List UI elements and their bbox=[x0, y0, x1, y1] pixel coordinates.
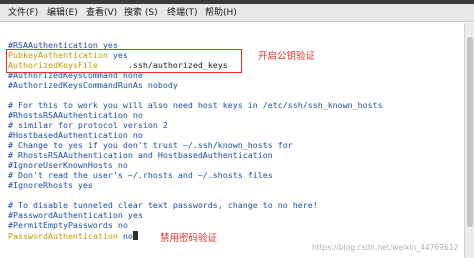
scrollbar-thumb[interactable] bbox=[467, 37, 473, 227]
config-line-password: PasswordAuthentication no bbox=[8, 231, 138, 241]
config-line: # To disable tunneled clear text passwor… bbox=[8, 200, 318, 210]
menu-view[interactable]: 查看(V) bbox=[86, 7, 117, 19]
annotation-disable-password: 禁用密码验证 bbox=[160, 233, 218, 244]
config-line: # Don't read the user's ~/.rhosts and ~/… bbox=[8, 170, 273, 180]
config-line: # similar for protocol version 2 bbox=[8, 120, 168, 130]
annotation-enable-pubkey: 开启公钥验证 bbox=[258, 51, 316, 62]
config-line: #PasswordAuthentication yes bbox=[8, 210, 143, 220]
watermark: https://blog.csdn.net/weixin_44769612 bbox=[312, 243, 459, 252]
password-value: no bbox=[117, 231, 133, 241]
menu-help[interactable]: 帮助(H) bbox=[205, 7, 237, 19]
config-line: #IgnoreUserKnownHosts no bbox=[8, 160, 128, 170]
menu-file[interactable]: 文件(F) bbox=[8, 7, 38, 19]
config-line: # Change to yes if you don't trust ~/.ss… bbox=[8, 140, 293, 150]
config-line: #HostbasedAuthentication no bbox=[8, 130, 143, 140]
password-directive: PasswordAuthentication bbox=[8, 231, 118, 241]
config-line: #RhostsRSAAuthentication no bbox=[8, 110, 143, 120]
config-line: # For this to work you will also need ho… bbox=[8, 100, 383, 110]
vertical-scrollbar[interactable] bbox=[464, 23, 474, 258]
menu-edit[interactable]: 编辑(E) bbox=[47, 7, 78, 19]
config-line: #IgnoreRhosts yes bbox=[8, 180, 93, 190]
config-line: # RhostsRSAAuthentication and HostbasedA… bbox=[8, 150, 273, 160]
menu-bar: 文件(F) 编辑(E) 查看(V) 搜索 (S) 终端(T) 帮助(H) bbox=[0, 4, 474, 22]
config-line: #PermitEmptyPasswords no bbox=[8, 220, 128, 230]
menu-search[interactable]: 搜索 (S) bbox=[124, 7, 158, 19]
config-line: #AuthorizedKeysCommandRunAs nobody bbox=[8, 80, 178, 90]
text-cursor bbox=[132, 231, 138, 240]
highlight-box-pubkey bbox=[6, 49, 242, 73]
menu-terminal[interactable]: 终端(T) bbox=[167, 7, 198, 19]
